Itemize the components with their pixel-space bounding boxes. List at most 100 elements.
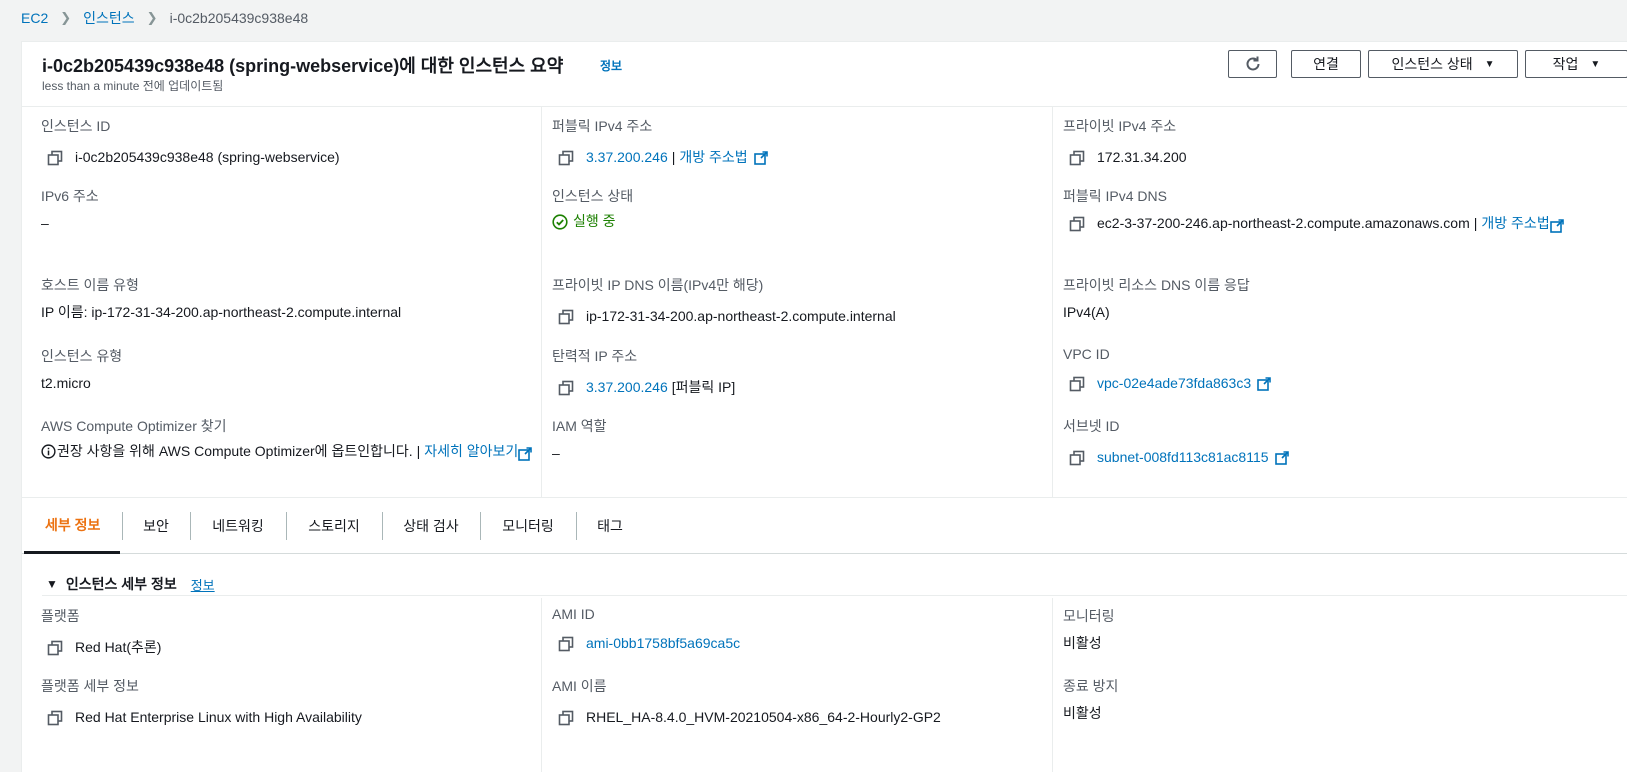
field-public-dns: 퍼블릭 IPv4 DNS ec2-3-37-200-246.ap-northea…: [1063, 186, 1583, 233]
tab-networking[interactable]: 네트워킹: [190, 498, 286, 554]
vpc-id-link[interactable]: vpc-02e4ade73fda863c3: [1097, 374, 1251, 393]
copy-icon[interactable]: [558, 150, 574, 166]
field-label: 인스턴스 유형: [41, 348, 123, 364]
field-label: AWS Compute Optimizer 찾기: [41, 418, 227, 434]
field-label: 호스트 이름 유형: [41, 277, 139, 293]
tab-security[interactable]: 보안: [122, 498, 190, 554]
tab-status-checks[interactable]: 상태 검사: [382, 498, 480, 554]
instance-details-header[interactable]: ▼ 인스턴스 세부 정보 정보: [46, 574, 215, 594]
field-ami-name: AMI 이름 RHEL_HA-8.4.0_HVM-20210504-x86_64…: [552, 676, 1052, 727]
field-private-resource-dns: 프라이빗 리소스 DNS 이름 응답 IPv4(A): [1063, 275, 1563, 322]
ami-id-link[interactable]: ami-0bb1758bf5a69ca5c: [586, 634, 740, 653]
field-monitoring: 모니터링 비활성: [1063, 606, 1563, 653]
public-ipv4-link[interactable]: 3.37.200.246: [586, 148, 668, 167]
subnet-id-link[interactable]: subnet-008fd113c81ac8115: [1097, 448, 1269, 467]
copy-icon[interactable]: [47, 640, 63, 656]
field-label: 프라이빗 IP DNS 이름(IPv4만 해당): [552, 277, 764, 293]
summary-header: i-0c2b205439c938e48 (spring-webservice)에…: [22, 42, 1627, 107]
info-link[interactable]: 정보: [600, 57, 622, 74]
check-circle-icon: [552, 213, 568, 230]
tab-details[interactable]: 세부 정보: [24, 498, 120, 554]
copy-icon[interactable]: [47, 150, 63, 166]
field-public-ipv4: 퍼블릭 IPv4 주소 3.37.200.246 | 개방 주소법: [552, 116, 1052, 167]
copy-icon[interactable]: [1069, 216, 1085, 232]
refresh-icon: [1246, 56, 1259, 71]
instance-state-button[interactable]: 인스턴스 상태 ▼: [1368, 50, 1518, 78]
platform-details-value: Red Hat Enterprise Linux with High Avail…: [75, 709, 362, 725]
field-private-ipv4: 프라이빗 IPv4 주소 172.31.34.200: [1063, 116, 1563, 167]
instance-details-title: 인스턴스 세부 정보: [65, 576, 177, 592]
field-label: 프라이빗 리소스 DNS 이름 응답: [1063, 277, 1250, 293]
field-label: 프라이빗 IPv4 주소: [1063, 118, 1177, 134]
elastic-ip-suffix: [퍼블릭 IP]: [671, 379, 736, 395]
field-platform-details: 플랫폼 세부 정보 Red Hat Enterprise Linux with …: [41, 676, 541, 727]
breadcrumb-instances[interactable]: 인스턴스: [83, 8, 135, 28]
private-resource-dns-value: IPv4(A): [1063, 304, 1110, 320]
copy-icon[interactable]: [1069, 150, 1085, 166]
field-label: 인스턴스 ID: [41, 118, 111, 134]
field-subnet-id: 서브넷 ID subnet-008fd113c81ac8115: [1063, 416, 1563, 467]
instance-type-value: t2.micro: [41, 375, 91, 391]
breadcrumb: EC2 ❯ 인스턴스 ❯ i-0c2b205439c938e48: [21, 9, 308, 27]
open-address-link[interactable]: 개방 주소법: [1481, 214, 1549, 233]
public-dns-value: ec2-3-37-200-246.ap-northeast-2.compute.…: [1097, 215, 1470, 231]
field-ipv6: IPv6 주소 –: [41, 186, 541, 233]
field-platform: 플랫폼 Red Hat(추론): [41, 606, 541, 657]
copy-icon[interactable]: [558, 710, 574, 726]
tab-storage[interactable]: 스토리지: [286, 498, 382, 554]
field-label: 서브넷 ID: [1063, 418, 1120, 434]
copy-icon[interactable]: [558, 636, 574, 652]
field-label: 인스턴스 상태: [552, 188, 634, 204]
field-instance-type: 인스턴스 유형 t2.micro: [41, 346, 541, 393]
actions-button[interactable]: 작업 ▼: [1525, 50, 1627, 78]
field-label: 모니터링: [1063, 608, 1115, 624]
platform-value: Red Hat(추론): [75, 639, 162, 655]
caret-down-icon: ▼: [1590, 58, 1601, 70]
tab-monitoring[interactable]: 모니터링: [480, 498, 576, 554]
field-instance-state: 인스턴스 상태 실행 중: [552, 186, 1052, 231]
external-link-icon[interactable]: [1274, 451, 1289, 465]
field-vpc-id: VPC ID vpc-02e4ade73fda863c3: [1063, 346, 1563, 393]
field-hostname-type: 호스트 이름 유형 IP 이름: ip-172-31-34-200.ap-nor…: [41, 275, 541, 322]
status-badge: 실행 중: [552, 212, 616, 231]
field-label: AMI ID: [552, 606, 595, 622]
elastic-ip-link[interactable]: 3.37.200.246: [586, 378, 668, 397]
copy-icon[interactable]: [47, 710, 63, 726]
copy-icon[interactable]: [1069, 376, 1085, 392]
detail-tabs: 세부 정보 보안 네트워킹 스토리지 상태 검사 모니터링 태그: [22, 497, 1627, 554]
field-ami-id: AMI ID ami-0bb1758bf5a69ca5c: [552, 606, 1052, 653]
breadcrumb-ec2[interactable]: EC2: [21, 10, 48, 26]
field-iam-role: IAM 역할 –: [552, 416, 1052, 463]
external-link-icon[interactable]: [1257, 377, 1271, 391]
external-link-icon[interactable]: [518, 447, 533, 461]
instance-summary-panel: i-0c2b205439c938e48 (spring-webservice)에…: [21, 41, 1627, 772]
external-link-icon[interactable]: [1549, 219, 1564, 233]
caret-down-icon: ▼: [1484, 58, 1495, 70]
learn-more-link[interactable]: 자세히 알아보기: [424, 442, 518, 461]
field-label: IAM 역할: [552, 418, 607, 434]
hostname-type-value: IP 이름: ip-172-31-34-200.ap-northeast-2.c…: [41, 304, 402, 320]
copy-icon[interactable]: [1069, 450, 1085, 466]
copy-icon[interactable]: [558, 380, 574, 396]
open-address-link[interactable]: 개방 주소법: [679, 148, 747, 167]
copy-icon[interactable]: [558, 309, 574, 325]
chevron-right-icon: ❯: [146, 10, 158, 25]
ami-name-value: RHEL_HA-8.4.0_HVM-20210504-x86_64-2-Hour…: [586, 709, 941, 725]
triangle-down-icon[interactable]: ▼: [46, 577, 58, 591]
connect-button[interactable]: 연결: [1291, 50, 1361, 78]
divider: [42, 595, 1627, 596]
optimizer-text: 권장 사항을 위해 AWS Compute Optimizer에 옵트인합니다.: [57, 443, 413, 459]
monitoring-value: 비활성: [1063, 635, 1102, 651]
tab-tags[interactable]: 태그: [576, 498, 644, 554]
external-link-icon[interactable]: [753, 151, 768, 165]
column-divider: [1052, 107, 1053, 497]
iam-role-value: –: [552, 445, 560, 461]
column-divider: [541, 107, 542, 497]
details-info-link[interactable]: 정보: [191, 575, 215, 594]
refresh-button[interactable]: [1228, 50, 1277, 78]
last-updated-text: less than a minute 전에 업데이트됨: [42, 79, 224, 93]
column-divider: [1052, 598, 1053, 772]
field-termination-protection: 종료 방지 비활성: [1063, 676, 1563, 723]
field-label: 플랫폼 세부 정보: [41, 678, 139, 694]
chevron-right-icon: ❯: [60, 10, 72, 25]
